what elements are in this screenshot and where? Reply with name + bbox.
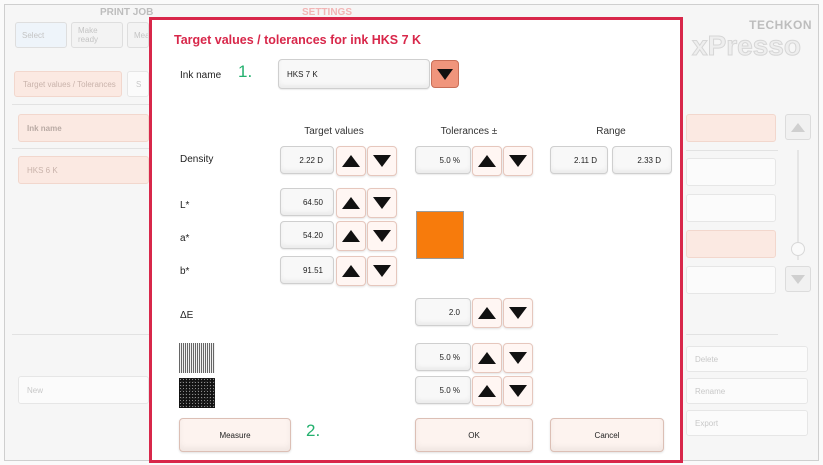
ink-name-dropdown-button[interactable]: [431, 60, 459, 88]
ink-name-select[interactable]: HKS 7 K: [278, 59, 430, 89]
tab-select[interactable]: Select: [15, 22, 67, 48]
triangle-down-icon: [509, 352, 527, 364]
b-star-increase-button[interactable]: [336, 256, 366, 286]
b-star-decrease-button[interactable]: [367, 256, 397, 286]
density-tolerance-increase-button[interactable]: [472, 146, 502, 176]
triangle-up-icon: [478, 307, 496, 319]
color-swatch: [416, 211, 464, 259]
l-star-increase-button[interactable]: [336, 188, 366, 218]
header-print-job: PRINT JOB: [100, 7, 154, 18]
export-button[interactable]: Export: [686, 410, 808, 436]
density-tolerance-decrease-button[interactable]: [503, 146, 533, 176]
measure-button[interactable]: Measure: [179, 418, 291, 452]
divider: [686, 150, 778, 151]
right-list-row: [686, 230, 776, 258]
l-star-label: L*: [180, 200, 190, 211]
b-star-field[interactable]: 91.51: [280, 256, 334, 284]
rename-button[interactable]: Rename: [686, 378, 808, 404]
ink-name-label: Ink name: [180, 70, 222, 81]
delta-e-tolerance-field[interactable]: 2.0: [415, 298, 471, 326]
triangle-up-icon: [478, 155, 496, 167]
density-range-max: 2.33 D: [612, 146, 672, 174]
divider: [12, 334, 149, 335]
triangle-up-icon: [342, 197, 360, 209]
a-star-increase-button[interactable]: [336, 221, 366, 251]
delta-e-increase-button[interactable]: [472, 298, 502, 328]
density-label: Density: [180, 154, 214, 165]
pattern2-decrease-button[interactable]: [503, 376, 533, 406]
divider: [686, 334, 778, 335]
column-range: Range: [596, 126, 626, 137]
density-range-min: 2.11 D: [550, 146, 608, 174]
density-increase-button[interactable]: [336, 146, 366, 176]
triangle-down-icon: [791, 274, 805, 284]
pattern1-increase-button[interactable]: [472, 343, 502, 373]
logo-product: xPresso: [692, 30, 802, 62]
density-tolerance-field[interactable]: 5.0 %: [415, 146, 471, 174]
pattern1-tolerance-field[interactable]: 5.0 %: [415, 343, 471, 371]
scroll-knob[interactable]: [791, 242, 805, 256]
triangle-up-icon: [478, 385, 496, 397]
delta-e-label: ΔE: [180, 310, 194, 321]
a-star-label: a*: [180, 233, 190, 244]
triangle-up-icon: [791, 122, 805, 132]
step-1-marker: 1.: [238, 62, 253, 81]
right-list-row: [686, 266, 776, 294]
right-list-row: [686, 158, 776, 186]
triangle-down-icon: [373, 197, 391, 209]
subtab-target-values[interactable]: Target values / Tolerances: [14, 71, 122, 97]
scroll-up-button[interactable]: [785, 114, 811, 140]
techkon-logo: TECHKON xPresso: [686, 18, 816, 62]
triangle-up-icon: [342, 265, 360, 277]
density-decrease-button[interactable]: [367, 146, 397, 176]
triangle-up-icon: [478, 352, 496, 364]
step-2-marker: 2.: [306, 421, 321, 440]
triangle-down-icon: [509, 385, 527, 397]
new-button[interactable]: New: [18, 376, 149, 404]
l-star-field[interactable]: 64.50: [280, 188, 334, 216]
tab-measure[interactable]: Mea: [127, 22, 149, 48]
divider: [12, 148, 149, 149]
subtab-other[interactable]: S: [127, 71, 149, 97]
column-tolerances: Tolerances ±: [440, 126, 498, 137]
density-target-field[interactable]: 2.22 D: [280, 146, 334, 174]
triangle-down-icon: [509, 307, 527, 319]
divider: [12, 104, 149, 105]
ok-button[interactable]: OK: [415, 418, 533, 452]
fine-screen-pattern-icon: [179, 343, 215, 373]
target-values-dialog: Target values / tolerances for ink HKS 7…: [149, 17, 683, 463]
list-item-hks-6k[interactable]: HKS 6 K: [18, 156, 149, 184]
triangle-down-icon: [373, 230, 391, 242]
right-list-row: [686, 194, 776, 222]
pattern2-tolerance-field[interactable]: 5.0 %: [415, 376, 471, 404]
scroll-down-button[interactable]: [785, 266, 811, 292]
b-star-label: b*: [180, 266, 190, 277]
dark-screen-pattern-icon: [179, 378, 215, 408]
dropdown-arrow-icon: [437, 68, 453, 80]
delta-e-decrease-button[interactable]: [503, 298, 533, 328]
triangle-down-icon: [373, 155, 391, 167]
triangle-up-icon: [342, 155, 360, 167]
list-header-ink-name: Ink name: [18, 114, 149, 142]
triangle-up-icon: [342, 230, 360, 242]
right-field: [686, 114, 776, 142]
dialog-title: Target values / tolerances for ink HKS 7…: [174, 33, 422, 47]
triangle-down-icon: [509, 155, 527, 167]
cancel-button[interactable]: Cancel: [550, 418, 664, 452]
pattern2-increase-button[interactable]: [472, 376, 502, 406]
column-target-values: Target values: [304, 126, 364, 137]
tab-make-ready[interactable]: Make ready: [71, 22, 123, 48]
pattern1-decrease-button[interactable]: [503, 343, 533, 373]
a-star-field[interactable]: 54.20: [280, 221, 334, 249]
l-star-decrease-button[interactable]: [367, 188, 397, 218]
a-star-decrease-button[interactable]: [367, 221, 397, 251]
triangle-down-icon: [373, 265, 391, 277]
delete-button[interactable]: Delete: [686, 346, 808, 372]
